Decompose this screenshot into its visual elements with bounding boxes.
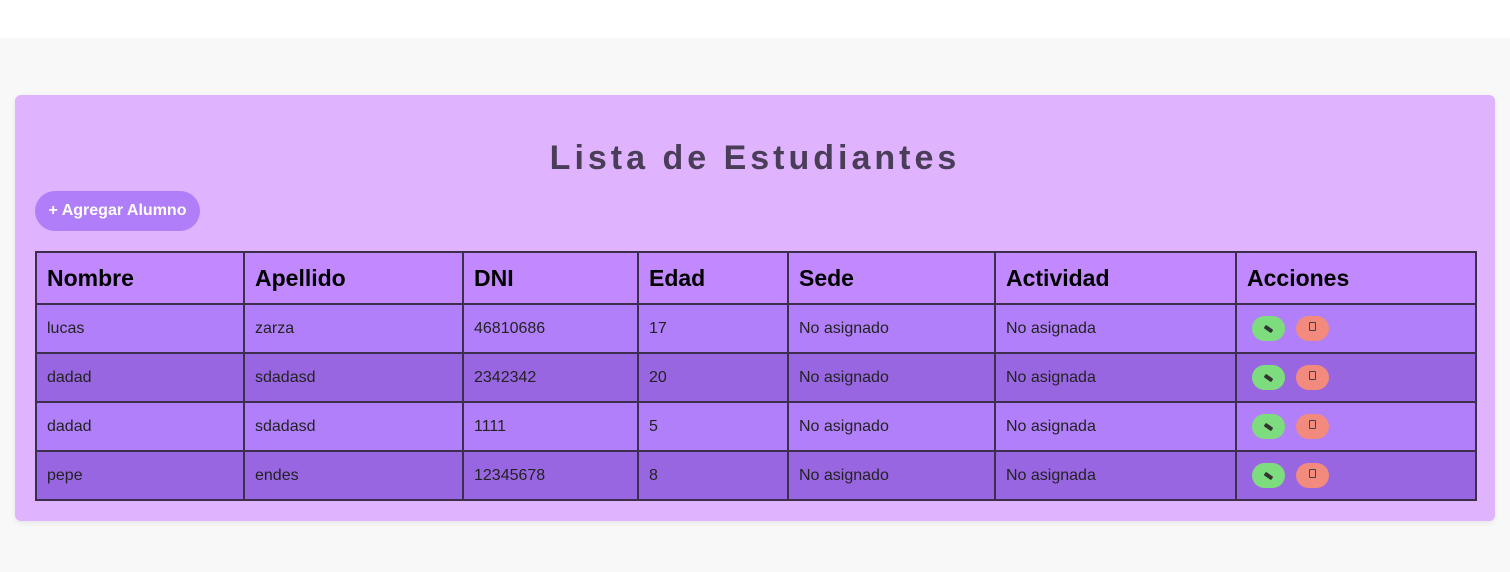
cell-actividad: No asignada bbox=[994, 352, 1237, 403]
table-row: dadad sdadasd 2342342 20 No asignado No … bbox=[35, 352, 1477, 403]
cell-dni: 46810686 bbox=[462, 303, 639, 354]
edit-button[interactable] bbox=[1252, 316, 1285, 341]
trash-icon bbox=[1309, 469, 1316, 478]
column-header-dni: DNI bbox=[462, 251, 639, 305]
cell-apellido: zarza bbox=[243, 303, 464, 354]
cell-dni: 1111 bbox=[462, 401, 639, 452]
edit-button[interactable] bbox=[1252, 414, 1285, 439]
trash-icon bbox=[1309, 371, 1316, 380]
cell-nombre: lucas bbox=[35, 303, 245, 354]
cell-nombre: dadad bbox=[35, 401, 245, 452]
cell-acciones bbox=[1235, 401, 1477, 452]
cell-sede: No asignado bbox=[787, 401, 996, 452]
cell-apellido: endes bbox=[243, 450, 464, 501]
pencil-icon bbox=[1263, 471, 1274, 481]
table-row: pepe endes 12345678 8 No asignado No asi… bbox=[35, 450, 1477, 501]
cell-nombre: pepe bbox=[35, 450, 245, 501]
cell-edad: 5 bbox=[637, 401, 789, 452]
trash-icon bbox=[1309, 420, 1316, 429]
delete-button[interactable] bbox=[1296, 316, 1329, 341]
edit-button[interactable] bbox=[1252, 463, 1285, 488]
pencil-icon bbox=[1263, 324, 1274, 334]
students-table: Nombre Apellido DNI Edad Sede Actividad … bbox=[35, 251, 1477, 501]
cell-sede: No asignado bbox=[787, 352, 996, 403]
pencil-icon bbox=[1263, 422, 1274, 432]
cell-apellido: sdadasd bbox=[243, 401, 464, 452]
cell-actividad: No asignada bbox=[994, 303, 1237, 354]
delete-button[interactable] bbox=[1296, 414, 1329, 439]
column-header-nombre: Nombre bbox=[35, 251, 245, 305]
cell-edad: 17 bbox=[637, 303, 789, 354]
cell-sede: No asignado bbox=[787, 450, 996, 501]
cell-edad: 20 bbox=[637, 352, 789, 403]
cell-dni: 12345678 bbox=[462, 450, 639, 501]
cell-acciones bbox=[1235, 352, 1477, 403]
table-row: dadad sdadasd 1111 5 No asignado No asig… bbox=[35, 401, 1477, 452]
pencil-icon bbox=[1263, 373, 1274, 383]
column-header-edad: Edad bbox=[637, 251, 789, 305]
column-header-acciones: Acciones bbox=[1235, 251, 1477, 305]
cell-acciones bbox=[1235, 450, 1477, 501]
page-title: Lista de Estudiantes bbox=[549, 139, 961, 177]
table-header-row: Nombre Apellido DNI Edad Sede Actividad … bbox=[35, 251, 1477, 305]
delete-button[interactable] bbox=[1296, 365, 1329, 390]
column-header-apellido: Apellido bbox=[243, 251, 464, 305]
trash-icon bbox=[1309, 322, 1316, 331]
delete-button[interactable] bbox=[1296, 463, 1329, 488]
cell-nombre: dadad bbox=[35, 352, 245, 403]
cell-actividad: No asignada bbox=[994, 450, 1237, 501]
cell-acciones bbox=[1235, 303, 1477, 354]
cell-sede: No asignado bbox=[787, 303, 996, 354]
column-header-actividad: Actividad bbox=[994, 251, 1237, 305]
cell-actividad: No asignada bbox=[994, 401, 1237, 452]
column-header-sede: Sede bbox=[787, 251, 996, 305]
cell-dni: 2342342 bbox=[462, 352, 639, 403]
edit-button[interactable] bbox=[1252, 365, 1285, 390]
cell-edad: 8 bbox=[637, 450, 789, 501]
cell-apellido: sdadasd bbox=[243, 352, 464, 403]
table-row: lucas zarza 46810686 17 No asignado No a… bbox=[35, 303, 1477, 354]
add-student-button[interactable]: + Agregar Alumno bbox=[35, 191, 200, 231]
